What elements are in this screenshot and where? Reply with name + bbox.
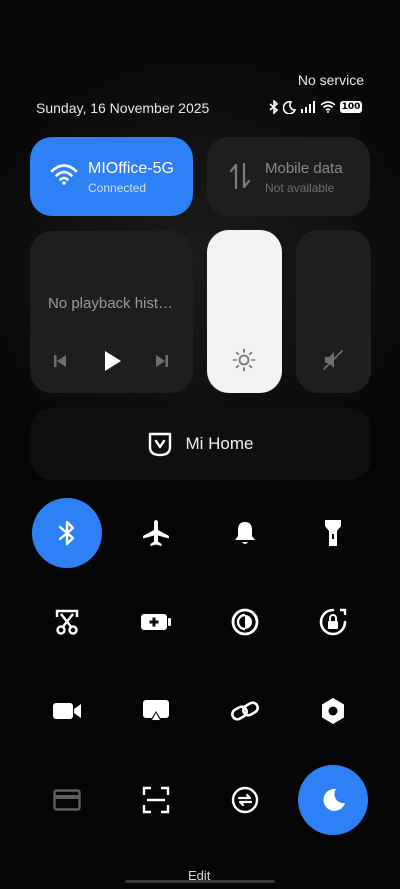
media-player-tile[interactable]: No playback hist… <box>30 231 193 393</box>
flashlight-toggle[interactable] <box>298 498 368 568</box>
cast-toggle[interactable] <box>121 676 191 746</box>
sync-icon <box>231 786 259 814</box>
wifi-status: Connected <box>88 181 147 195</box>
moon-icon <box>323 788 345 811</box>
battery-icon: 100 <box>340 101 362 113</box>
scanner-toggle[interactable] <box>121 765 191 835</box>
wifi-icon <box>320 101 336 113</box>
settings-toggle[interactable] <box>298 676 368 746</box>
screen-record-toggle[interactable] <box>32 676 102 746</box>
auto-rotate-toggle[interactable] <box>298 587 368 657</box>
cast-icon <box>143 700 169 721</box>
media-status-text: No playback hist… <box>48 295 174 312</box>
sync-toggle[interactable] <box>210 765 280 835</box>
battery-saver-icon <box>141 614 171 630</box>
mobile-data-status: Not available <box>265 181 335 195</box>
bluetooth-icon <box>269 100 279 114</box>
airplane-toggle[interactable] <box>121 498 191 568</box>
bluetooth-icon <box>58 520 75 546</box>
mi-home-label: Mi Home <box>185 434 254 453</box>
bluetooth-toggle[interactable] <box>32 498 102 568</box>
link-icon <box>231 701 259 721</box>
brightness-slider[interactable] <box>207 230 282 393</box>
airplane-icon <box>143 520 169 546</box>
bell-icon <box>235 522 255 544</box>
mobile-data-icon <box>229 162 251 190</box>
sun-icon <box>232 348 256 372</box>
status-icons: 100 <box>269 99 362 115</box>
dark-mode-toggle[interactable] <box>210 587 280 657</box>
wifi-icon <box>50 164 78 185</box>
sound-toggle[interactable] <box>210 498 280 568</box>
link-toggle[interactable] <box>210 676 280 746</box>
scissors-icon <box>55 609 79 635</box>
scan-icon <box>142 786 170 814</box>
rotate-lock-icon <box>319 608 347 636</box>
next-icon[interactable] <box>150 349 174 373</box>
mute-icon <box>323 350 343 370</box>
night-mode-toggle[interactable] <box>298 765 368 835</box>
battery-saver-toggle[interactable] <box>121 587 191 657</box>
video-icon <box>53 703 81 719</box>
flashlight-icon <box>325 520 341 546</box>
mi-home-icon <box>149 432 172 457</box>
home-indicator[interactable] <box>125 880 275 883</box>
date-label: Sunday, 16 November 2025 <box>36 100 210 116</box>
previous-icon[interactable] <box>48 349 72 373</box>
dark-mode-icon <box>231 608 259 636</box>
wifi-tile[interactable]: MIOffice-5G Connected <box>30 137 193 216</box>
hexagon-icon <box>322 698 344 724</box>
mobile-data-label: Mobile data <box>265 160 343 177</box>
signal-icon <box>301 101 315 113</box>
screenshot-toggle[interactable] <box>32 587 102 657</box>
play-icon[interactable] <box>100 349 124 373</box>
wifi-network-name: MIOffice-5G <box>88 160 174 177</box>
card-toggle[interactable] <box>32 765 102 835</box>
carrier-status: No service <box>297 72 364 88</box>
mi-home-button[interactable]: Mi Home <box>30 408 371 480</box>
mobile-data-tile[interactable]: Mobile data Not available <box>207 137 370 216</box>
moon-icon <box>283 100 296 114</box>
card-icon <box>53 789 81 811</box>
volume-slider[interactable] <box>296 230 371 393</box>
